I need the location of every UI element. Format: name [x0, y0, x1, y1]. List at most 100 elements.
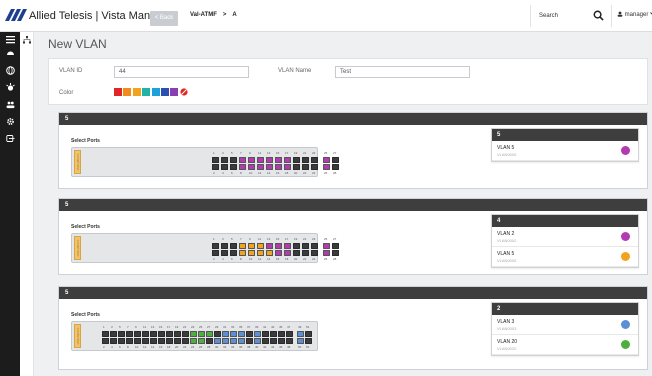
switch-port[interactable]	[278, 338, 285, 344]
switch-port[interactable]	[248, 164, 255, 170]
globe-icon[interactable]	[6, 66, 15, 75]
switch-port[interactable]	[212, 243, 219, 249]
switch-port[interactable]	[332, 157, 339, 163]
switch-port[interactable]	[323, 250, 330, 256]
switch-port[interactable]	[238, 338, 245, 344]
switch-port[interactable]	[305, 331, 312, 337]
switch-port[interactable]	[332, 243, 339, 249]
switch-port[interactable]	[206, 338, 213, 344]
menu-icon[interactable]	[6, 35, 15, 44]
switch-port[interactable]	[286, 331, 293, 337]
switch-port[interactable]	[302, 250, 309, 256]
switch-port[interactable]	[266, 164, 273, 170]
switch-port[interactable]	[302, 243, 309, 249]
color-swatch[interactable]	[170, 88, 178, 96]
switch-port[interactable]	[230, 164, 237, 170]
vlan-list-item[interactable]: VLAN 5 VLAN0005	[492, 247, 638, 267]
switch-port[interactable]	[275, 250, 282, 256]
switch-port[interactable]	[182, 338, 189, 344]
switch-port[interactable]	[275, 157, 282, 163]
alert-icon[interactable]	[6, 83, 15, 92]
switch-port[interactable]	[221, 157, 228, 163]
switch-port[interactable]	[110, 331, 117, 337]
switch-port[interactable]	[102, 331, 109, 337]
switch-port[interactable]	[198, 331, 205, 337]
switch-port[interactable]	[305, 338, 312, 344]
logout-icon[interactable]	[6, 134, 15, 143]
switch-port[interactable]	[166, 331, 173, 337]
switch-port[interactable]	[302, 157, 309, 163]
switch-port[interactable]	[239, 243, 246, 249]
switch-port[interactable]	[134, 338, 141, 344]
color-swatch[interactable]	[161, 88, 169, 96]
switch-port[interactable]	[239, 157, 246, 163]
switch-port[interactable]	[212, 250, 219, 256]
switch-port[interactable]	[110, 338, 117, 344]
switch-port[interactable]	[311, 164, 318, 170]
search-icon[interactable]	[593, 10, 604, 21]
switch-port[interactable]	[134, 331, 141, 337]
switch-port[interactable]	[275, 164, 282, 170]
switch-port[interactable]	[246, 331, 253, 337]
switch-port[interactable]	[158, 331, 165, 337]
switch-port[interactable]	[275, 243, 282, 249]
switch-port[interactable]	[221, 243, 228, 249]
switch-port[interactable]	[190, 338, 197, 344]
vlan-list-item[interactable]: VLAN 5 VLAN0005	[492, 141, 638, 161]
switch-port[interactable]	[332, 250, 339, 256]
switch-port[interactable]	[284, 243, 291, 249]
vlan-list-item[interactable]: VLAN 20 VLAN0020	[492, 335, 638, 355]
switch-port[interactable]	[323, 164, 330, 170]
switch-port[interactable]	[332, 164, 339, 170]
switch-port[interactable]	[150, 331, 157, 337]
switch-port[interactable]	[246, 338, 253, 344]
switch-port[interactable]	[182, 331, 189, 337]
switch-port[interactable]	[102, 338, 109, 344]
switch-port[interactable]	[174, 338, 181, 344]
switch-port[interactable]	[230, 331, 237, 337]
users-icon[interactable]	[6, 100, 15, 109]
switch-port[interactable]	[262, 331, 269, 337]
switch-port[interactable]	[262, 338, 269, 344]
no-color-icon[interactable]	[180, 88, 188, 96]
switch-port[interactable]	[311, 250, 318, 256]
switch-port[interactable]	[257, 250, 264, 256]
switch-port[interactable]	[222, 331, 229, 337]
switch-port[interactable]	[118, 338, 125, 344]
switch-port[interactable]	[266, 157, 273, 163]
switch-port[interactable]	[230, 250, 237, 256]
vlan-list-item[interactable]: VLAN 2 VLAN0002	[492, 227, 638, 247]
switch-port[interactable]	[293, 164, 300, 170]
switch-port[interactable]	[266, 243, 273, 249]
switch-port[interactable]	[248, 243, 255, 249]
vlan-color-dot[interactable]	[621, 340, 630, 349]
switch-port[interactable]	[118, 331, 125, 337]
color-swatch[interactable]	[114, 88, 122, 96]
user-menu[interactable]: manager	[617, 11, 652, 18]
switch-port[interactable]	[323, 243, 330, 249]
search-input[interactable]: Search	[539, 13, 558, 19]
network-tree-icon[interactable]	[23, 36, 31, 44]
switch-port[interactable]	[214, 331, 221, 337]
switch-port[interactable]	[248, 157, 255, 163]
switch-port[interactable]	[302, 164, 309, 170]
dashboard-icon[interactable]	[6, 48, 15, 57]
switch-port[interactable]	[311, 157, 318, 163]
switch-port[interactable]	[293, 243, 300, 249]
switch-port[interactable]	[206, 331, 213, 337]
switch-port[interactable]	[174, 331, 181, 337]
switch-port[interactable]	[297, 338, 304, 344]
switch-port[interactable]	[212, 164, 219, 170]
switch-port[interactable]	[212, 157, 219, 163]
switch-port[interactable]	[286, 338, 293, 344]
switch-port[interactable]	[270, 331, 277, 337]
switch-port[interactable]	[270, 338, 277, 344]
breadcrumb-device[interactable]: Val-ATMF	[190, 12, 217, 18]
color-swatch[interactable]	[133, 88, 141, 96]
vlan-color-dot[interactable]	[621, 146, 630, 155]
switch-port[interactable]	[142, 331, 149, 337]
switch-port[interactable]	[257, 243, 264, 249]
search-box[interactable]: Search	[530, 5, 612, 27]
switch-port[interactable]	[311, 243, 318, 249]
gear-icon[interactable]	[6, 117, 15, 126]
